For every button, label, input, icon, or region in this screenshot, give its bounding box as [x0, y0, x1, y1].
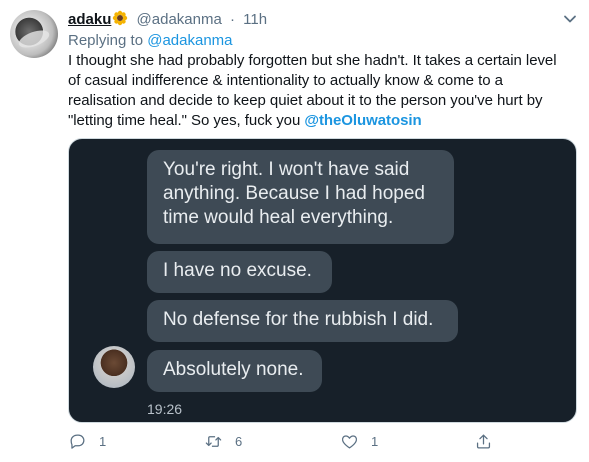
chat-timestamp: 19:26	[147, 401, 183, 417]
chat-bubble: You're right. I won't have said anything…	[147, 150, 454, 244]
sunflower-emoji-icon	[113, 10, 128, 26]
author-avatar[interactable]	[10, 10, 58, 58]
author-handle[interactable]: @adakanma	[137, 11, 222, 28]
chat-bubble: No defense for the rubbish I did.	[147, 300, 458, 342]
like-count: 1	[371, 434, 379, 449]
chat-avatar	[93, 346, 135, 388]
chevron-down-icon[interactable]	[561, 10, 579, 28]
tweet-time[interactable]: 11h	[243, 11, 267, 28]
tweet-text: I thought she had probably forgotten but…	[68, 51, 573, 131]
like-button[interactable]: 1	[340, 432, 378, 451]
author-name[interactable]: adaku	[68, 11, 111, 28]
chat-bubble: Absolutely none.	[147, 350, 322, 392]
tweet-actions: 1 6 1	[0, 432, 589, 456]
reply-count: 1	[99, 434, 107, 449]
share-button[interactable]	[474, 432, 505, 451]
reply-icon	[70, 434, 85, 449]
mention-link[interactable]: @theOluwatosin	[304, 112, 421, 129]
retweet-icon	[205, 436, 222, 447]
replying-to-handle[interactable]: @adakanma	[147, 32, 232, 49]
tweet-image[interactable]: You're right. I won't have said anything…	[68, 138, 577, 423]
reply-button[interactable]: 1	[68, 432, 106, 451]
chat-bubble: I have no excuse.	[147, 251, 332, 293]
replying-to: Replying to @adakanma	[68, 31, 233, 51]
like-icon	[341, 435, 358, 449]
retweet-button[interactable]: 6	[204, 432, 242, 451]
replying-prefix: Replying to	[68, 32, 144, 49]
dot-separator: ·	[229, 11, 235, 28]
share-icon	[476, 434, 491, 449]
retweet-count: 6	[235, 434, 243, 449]
tweet-header: adaku @adakanma · 11h	[68, 10, 267, 30]
